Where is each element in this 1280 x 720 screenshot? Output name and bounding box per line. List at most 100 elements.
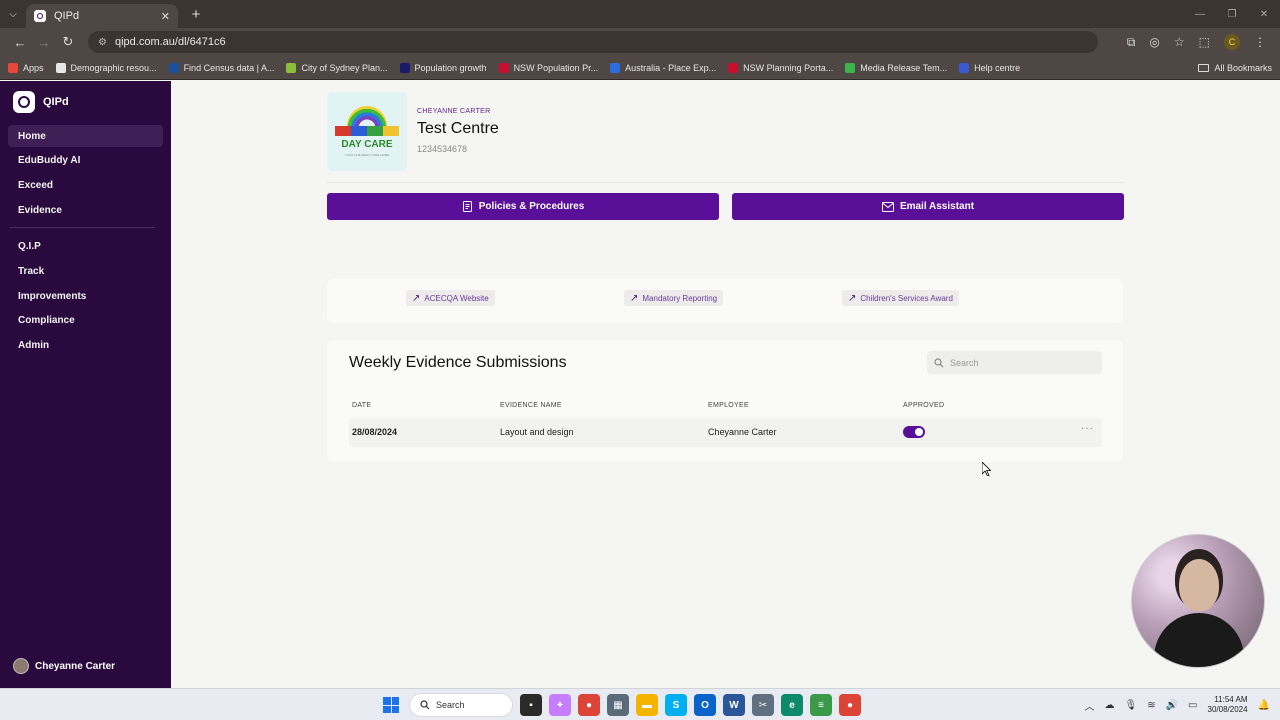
new-tab-icon[interactable]: + [184, 6, 208, 23]
more-options-icon[interactable]: ··· [1081, 423, 1094, 434]
bookmarks-bar: Apps Demographic resou... Find Census da… [0, 56, 1280, 80]
webcam-overlay [1131, 534, 1265, 668]
weekly-submissions-card: Weekly Evidence Submissions DATE EVIDENC… [327, 340, 1123, 462]
sidebar-item-improvements[interactable]: Improvements [8, 285, 163, 307]
bookmark-favicon-icon [168, 62, 179, 73]
outlook-icon[interactable]: O [694, 694, 716, 716]
header-divider [327, 182, 1123, 183]
presenter-head [1179, 559, 1219, 611]
qipd-logo-icon [13, 91, 35, 113]
tab-search-chevron-icon[interactable]: ⌵ [0, 0, 26, 28]
cell-date: 28/08/2024 [352, 427, 398, 437]
table-row[interactable]: 28/08/2024 Layout and design Cheyanne Ca… [349, 418, 1102, 447]
link-childrens-services-award[interactable]: ↗ Children's Services Award [842, 290, 959, 306]
browser-tab[interactable]: QIPd ✕ [26, 4, 178, 28]
volume-icon[interactable]: 🔊 [1166, 700, 1178, 711]
bookmark-item[interactable]: Find Census data | A... [168, 62, 274, 73]
bookmark-item[interactable]: NSW Planning Porta... [728, 62, 833, 73]
search-field[interactable] [927, 351, 1102, 374]
sidebar-item-exceed[interactable]: Exceed [8, 174, 163, 196]
sidebar-item-admin[interactable]: Admin [8, 334, 163, 356]
copilot-icon[interactable]: ✦ [549, 694, 571, 716]
url-field[interactable]: ⚙ qipd.com.au/dl/6471c6 [88, 31, 1098, 53]
back-icon[interactable]: ← [8, 35, 32, 50]
snipping-tool-icon[interactable]: ✂ [752, 694, 774, 716]
bookmark-item[interactable]: Australia - Place Exp... [610, 62, 716, 73]
skype-icon[interactable]: S [665, 694, 687, 716]
calculator-icon[interactable]: ▦ [607, 694, 629, 716]
tab-title: QIPd [54, 10, 80, 22]
onedrive-icon[interactable]: ☁ [1105, 700, 1115, 711]
sidebar-item-compliance[interactable]: Compliance [8, 309, 163, 331]
bookmark-item[interactable]: Demographic resou... [55, 62, 157, 73]
column-header-employee[interactable]: EMPLOYEE [708, 402, 749, 409]
policies-procedures-button[interactable]: Policies & Procedures [327, 193, 719, 220]
external-link-icon: ↗ [848, 292, 857, 304]
column-header-date[interactable]: DATE [352, 402, 371, 409]
notepad-icon[interactable]: ≡ [810, 694, 832, 716]
bookmark-item[interactable]: Media Release Tem... [845, 62, 947, 73]
notification-bell-icon[interactable]: 🔔 [1258, 700, 1270, 711]
extensions-icon[interactable]: ⬚ [1199, 35, 1210, 49]
approved-toggle[interactable] [903, 426, 925, 438]
bookmark-item[interactable]: Help centre [959, 62, 1020, 73]
sidebar-item-home[interactable]: Home [8, 125, 163, 147]
sidebar-item-edubuddy-ai[interactable]: EduBuddy AI [8, 149, 163, 171]
microphone-icon[interactable]: 🎙 [1125, 700, 1138, 711]
sidebar-item-evidence[interactable]: Evidence [8, 199, 163, 221]
bookmark-item[interactable]: Population growth [399, 62, 487, 73]
bookmark-favicon-icon [498, 62, 509, 73]
bookmark-apps[interactable]: Apps [8, 62, 44, 73]
file-explorer-icon[interactable]: ▬ [636, 694, 658, 716]
taskbar-search[interactable]: Search [409, 693, 513, 717]
external-link-icon: ↗ [412, 292, 421, 304]
bookmark-favicon-icon [728, 62, 739, 73]
profile-avatar[interactable]: C [1224, 34, 1240, 50]
close-tab-icon[interactable]: ✕ [161, 10, 170, 23]
maximize-icon[interactable]: ❐ [1216, 9, 1248, 20]
bookmark-item[interactable]: City of Sydney Plan... [286, 62, 388, 73]
tracking-protection-icon[interactable]: ◎ [1149, 35, 1159, 49]
cell-employee: Cheyanne Carter [708, 427, 777, 437]
main-content: DAY CARE YOUR CHILDREN COME HOME CHEYANN… [171, 81, 1280, 688]
forward-icon[interactable]: → [32, 35, 56, 50]
email-assistant-button[interactable]: Email Assistant [732, 193, 1124, 220]
link-mandatory-reporting[interactable]: ↗ Mandatory Reporting [624, 290, 724, 306]
mouse-cursor-icon [982, 462, 992, 476]
system-tray: ︿ ☁ 🎙 ≋ 🔊 ▭ 11:54 AM 30/08/2024 🔔 [1085, 689, 1271, 720]
tray-expand-icon[interactable]: ︿ [1085, 698, 1095, 713]
quick-links-card: ↗ ACECQA Website ↗ Mandatory Reporting ↗ Ch… [327, 279, 1123, 323]
column-header-evidence-name[interactable]: EVIDENCE NAME [500, 402, 562, 409]
brand[interactable]: QIPd [13, 91, 69, 113]
close-window-icon[interactable]: ✕ [1248, 9, 1280, 20]
battery-icon[interactable]: ▭ [1188, 700, 1197, 711]
chrome-icon[interactable]: ● [578, 694, 600, 716]
reload-icon[interactable]: ↻ [56, 34, 80, 50]
wifi-icon[interactable]: ≋ [1147, 700, 1155, 711]
search-icon [420, 700, 430, 710]
chrome-active-icon[interactable]: ● [839, 694, 861, 716]
install-app-icon[interactable]: ⧉ [1127, 35, 1136, 50]
edge-icon[interactable]: e [781, 694, 803, 716]
external-link-icon: ↗ [630, 292, 639, 304]
browser-menu-icon[interactable]: ⋮ [1254, 35, 1266, 49]
minimize-icon[interactable]: — [1184, 9, 1216, 20]
sidebar-user[interactable]: Cheyanne Carter [13, 658, 115, 674]
search-input[interactable] [950, 357, 1090, 368]
bookmark-favicon-icon [399, 62, 410, 73]
address-bar-icons: ⧉ ◎ ☆ ⬚ C ⋮ [1127, 34, 1272, 50]
bookmark-star-icon[interactable]: ☆ [1174, 35, 1185, 49]
link-acecqa-website[interactable]: ↗ ACECQA Website [406, 290, 495, 306]
site-info-icon[interactable]: ⚙ [98, 37, 107, 48]
bookmark-item[interactable]: NSW Population Pr... [498, 62, 598, 73]
cell-evidence-name: Layout and design [500, 427, 574, 437]
all-bookmarks[interactable]: All Bookmarks [1198, 63, 1272, 73]
windows-start-icon[interactable] [380, 694, 402, 716]
sidebar-item-qip[interactable]: Q.I.P [8, 235, 163, 257]
email-label: Email Assistant [899, 201, 975, 212]
clock[interactable]: 11:54 AM 30/08/2024 [1208, 695, 1248, 715]
column-header-approved[interactable]: APPROVED [903, 402, 944, 409]
word-icon[interactable]: W [723, 694, 745, 716]
sidebar-item-track[interactable]: Track [8, 260, 163, 282]
terminal-icon[interactable]: ▪ [520, 694, 542, 716]
